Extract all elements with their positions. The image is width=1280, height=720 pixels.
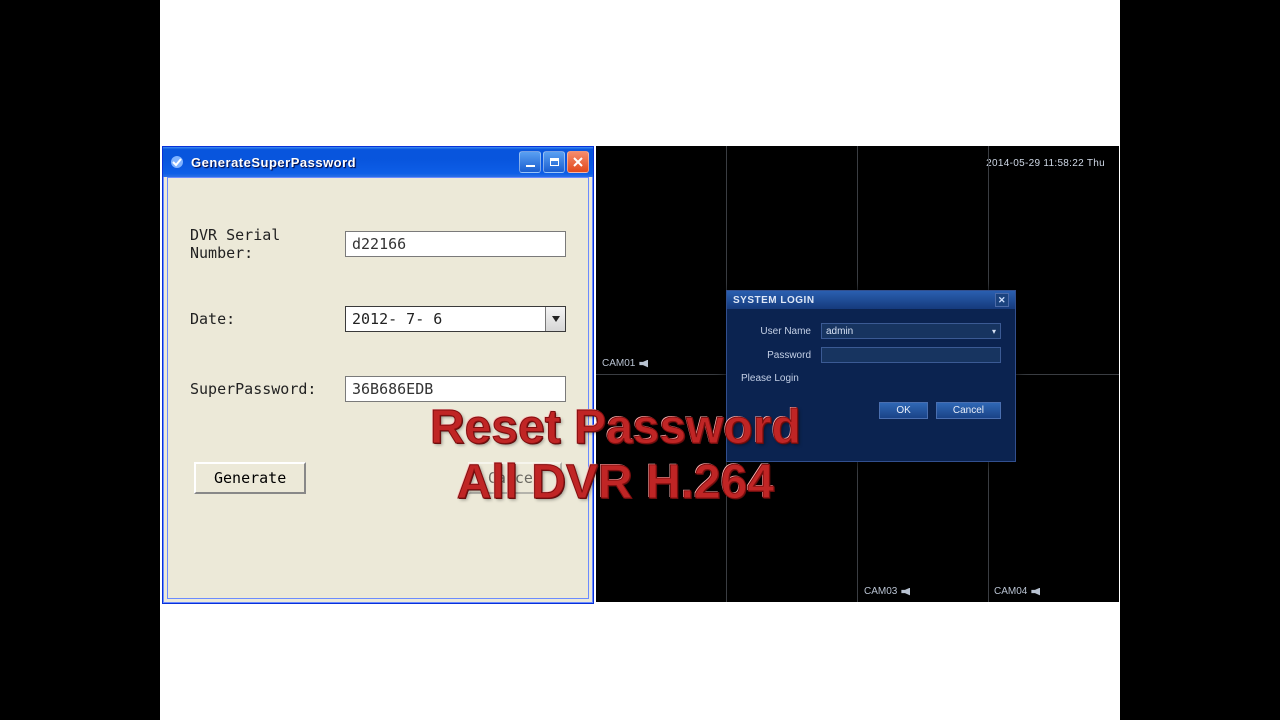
speaker-icon xyxy=(1031,588,1040,596)
login-close-button[interactable]: ✕ xyxy=(995,293,1009,307)
window-title: GenerateSuperPassword xyxy=(191,155,517,170)
close-button[interactable] xyxy=(567,151,589,173)
minimize-button[interactable] xyxy=(519,151,541,173)
cam-label-4: CAM04 xyxy=(994,586,1040,597)
chevron-down-icon[interactable] xyxy=(545,307,565,331)
serial-label: DVR Serial Number: xyxy=(190,226,345,262)
please-login-text: Please Login xyxy=(741,373,1001,384)
serial-input[interactable] xyxy=(345,231,566,257)
date-value: 2012- 7- 6 xyxy=(346,310,545,328)
window-body: DVR Serial Number: Date: 2012- 7- 6 Supe… xyxy=(167,177,589,599)
generate-button[interactable]: Generate xyxy=(194,462,306,494)
username-label: User Name xyxy=(741,326,821,337)
chevron-down-icon: ▾ xyxy=(992,327,996,336)
password-input[interactable] xyxy=(821,347,1001,363)
dvr-screen: 2014-05-29 11:58:22 Thu CAM01 CAM02 CAM0… xyxy=(596,146,1119,602)
username-select[interactable]: admin ▾ xyxy=(821,323,1001,339)
date-label: Date: xyxy=(190,310,345,328)
login-ok-button[interactable]: OK xyxy=(879,402,927,419)
speaker-icon xyxy=(901,588,910,596)
password-label: Password xyxy=(741,350,821,361)
super-password-input[interactable] xyxy=(345,376,566,402)
username-value: admin xyxy=(826,326,853,337)
cam-label-3: CAM03 xyxy=(864,586,910,597)
cancel-button[interactable]: Cancel xyxy=(468,462,562,494)
login-title-text: SYSTEM LOGIN xyxy=(733,295,815,306)
cam-label-1: CAM01 xyxy=(602,358,648,369)
maximize-button[interactable] xyxy=(543,151,565,173)
app-icon xyxy=(169,154,185,170)
login-cancel-button[interactable]: Cancel xyxy=(936,402,1001,419)
date-dropdown[interactable]: 2012- 7- 6 xyxy=(345,306,566,332)
system-login-dialog: SYSTEM LOGIN ✕ User Name admin ▾ Passwor… xyxy=(726,290,1016,462)
speaker-icon xyxy=(639,360,648,368)
login-titlebar[interactable]: SYSTEM LOGIN ✕ xyxy=(727,291,1015,309)
super-password-label: SuperPassword: xyxy=(190,380,345,398)
dvr-timestamp: 2014-05-29 11:58:22 Thu xyxy=(986,158,1105,169)
generate-super-password-window: GenerateSuperPassword DVR Serial Number:… xyxy=(162,146,594,604)
window-titlebar[interactable]: GenerateSuperPassword xyxy=(163,147,593,177)
